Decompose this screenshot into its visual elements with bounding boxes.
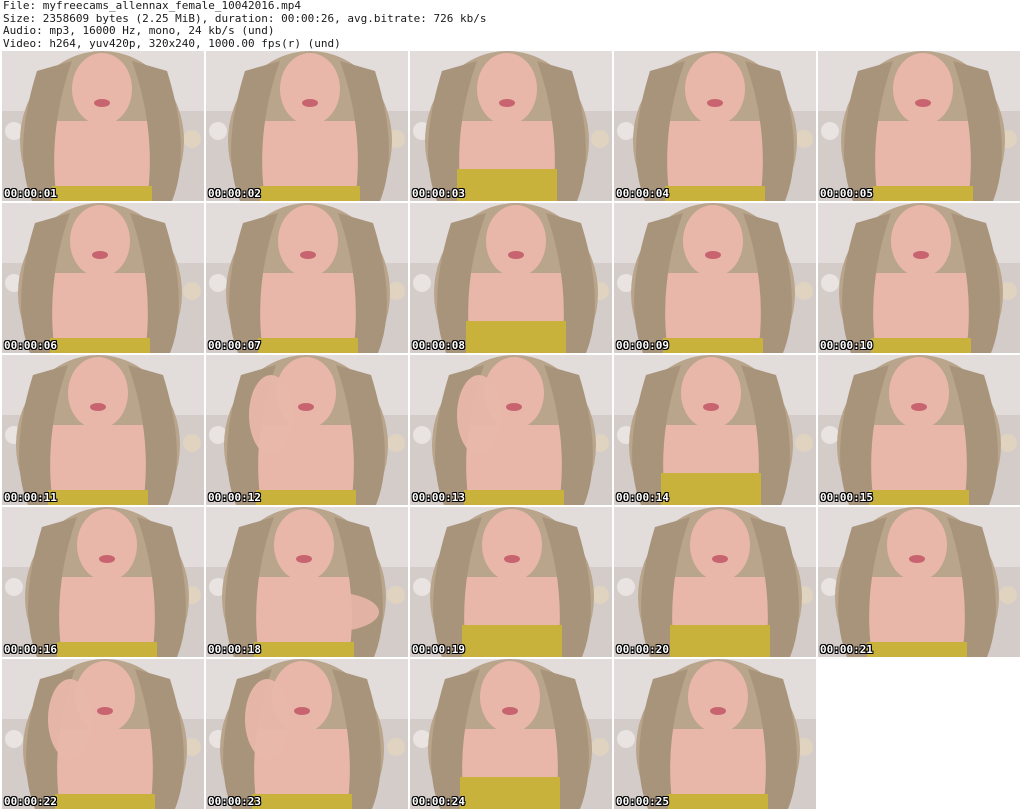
frame-timestamp: 00:00:06 bbox=[4, 339, 57, 352]
video-frame-thumbnail: 00:00:25 bbox=[614, 659, 816, 809]
frame-timestamp: 00:00:08 bbox=[412, 339, 465, 352]
video-frame-thumbnail: 00:00:01 bbox=[2, 51, 204, 201]
frame-timestamp: 00:00:12 bbox=[208, 491, 261, 504]
frame-timestamp: 00:00:25 bbox=[616, 795, 669, 808]
frame-timestamp: 00:00:11 bbox=[4, 491, 57, 504]
frame-timestamp: 00:00:07 bbox=[208, 339, 261, 352]
video-frame-thumbnail: 00:00:21 bbox=[818, 507, 1020, 657]
video-frame-thumbnail: 00:00:07 bbox=[206, 203, 408, 353]
frame-timestamp: 00:00:09 bbox=[616, 339, 669, 352]
frame-timestamp: 00:00:18 bbox=[208, 643, 261, 656]
video-frame-thumbnail: 00:00:20 bbox=[614, 507, 816, 657]
video-info-line: Video: h264, yuv420p, 320x240, 1000.00 f… bbox=[3, 37, 341, 50]
frame-timestamp: 00:00:02 bbox=[208, 187, 261, 200]
thumbnail-grid: 00:00:01 00:00:02 00:00:03 00:00:04 00:00:05… bbox=[2, 51, 1022, 811]
frame-timestamp: 00:00:15 bbox=[820, 491, 873, 504]
video-frame-thumbnail: 00:00:10 bbox=[818, 203, 1020, 353]
video-frame-thumbnail: 00:00:16 bbox=[2, 507, 204, 657]
frame-timestamp: 00:00:16 bbox=[4, 643, 57, 656]
video-frame-thumbnail: 00:00:15 bbox=[818, 355, 1020, 505]
video-frame-thumbnail: 00:00:05 bbox=[818, 51, 1020, 201]
frame-timestamp: 00:00:23 bbox=[208, 795, 261, 808]
audio-info-line: Audio: mp3, 16000 Hz, mono, 24 kb/s (und… bbox=[3, 25, 275, 37]
frame-timestamp: 00:00:04 bbox=[616, 187, 669, 200]
video-frame-thumbnail: 00:00:19 bbox=[410, 507, 612, 657]
frame-timestamp: 00:00:01 bbox=[4, 187, 57, 200]
video-frame-thumbnail: 00:00:11 bbox=[2, 355, 204, 505]
video-frame-thumbnail: 00:00:13 bbox=[410, 355, 612, 505]
frame-timestamp: 00:00:21 bbox=[820, 643, 873, 656]
video-frame-thumbnail: 00:00:18 bbox=[206, 507, 408, 657]
frame-timestamp: 00:00:20 bbox=[616, 643, 669, 656]
video-frame-thumbnail: 00:00:24 bbox=[410, 659, 612, 809]
file-size-line: Size: 2358609 bytes (2.25 MiB), duration… bbox=[3, 12, 487, 25]
video-frame-thumbnail: 00:00:22 bbox=[2, 659, 204, 809]
video-frame-thumbnail: 00:00:06 bbox=[2, 203, 204, 353]
frame-timestamp: 00:00:13 bbox=[412, 491, 465, 504]
frame-timestamp: 00:00:05 bbox=[820, 187, 873, 200]
video-frame-thumbnail: 00:00:14 bbox=[614, 355, 816, 505]
frame-timestamp: 00:00:03 bbox=[412, 187, 465, 200]
file-info-header: File: myfreecams_allennax_female_1004201… bbox=[3, 0, 1021, 50]
video-frame-thumbnail: 00:00:02 bbox=[206, 51, 408, 201]
video-frame-thumbnail: 00:00:23 bbox=[206, 659, 408, 809]
video-frame-thumbnail: 00:00:04 bbox=[614, 51, 816, 201]
frame-timestamp: 00:00:14 bbox=[616, 491, 669, 504]
frame-timestamp: 00:00:19 bbox=[412, 643, 465, 656]
frame-timestamp: 00:00:22 bbox=[4, 795, 57, 808]
video-frame-thumbnail: 00:00:03 bbox=[410, 51, 612, 201]
file-name-line: File: myfreecams_allennax_female_1004201… bbox=[3, 0, 302, 12]
video-frame-thumbnail: 00:00:12 bbox=[206, 355, 408, 505]
frame-timestamp: 00:00:10 bbox=[820, 339, 873, 352]
frame-timestamp: 00:00:24 bbox=[412, 795, 465, 808]
video-frame-thumbnail: 00:00:08 bbox=[410, 203, 612, 353]
video-frame-thumbnail: 00:00:09 bbox=[614, 203, 816, 353]
